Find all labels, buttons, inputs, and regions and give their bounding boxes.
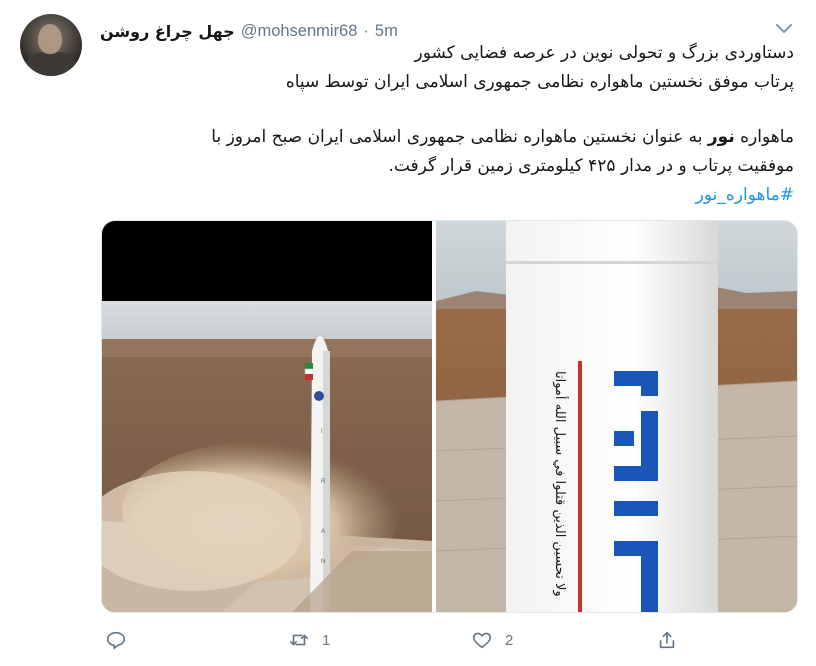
rocket-closeup: ولا تحسبن الذين قتلوا في سبيل الله أموات…: [506, 221, 718, 612]
line3-prefix: ماهواره: [740, 127, 794, 147]
retweet-icon: [289, 634, 309, 646]
share-icon: [659, 631, 675, 649]
author-handle[interactable]: @mohsenmir68: [241, 22, 358, 41]
like-icon: [472, 632, 492, 649]
reply-button[interactable]: [105, 622, 139, 658]
avatar[interactable]: [20, 14, 82, 76]
reply-icon: [106, 631, 126, 650]
share-button[interactable]: [656, 622, 690, 658]
like-count: 2: [505, 631, 514, 649]
tweet-line-5: #ماهواره_نور: [100, 182, 794, 208]
like-button[interactable]: 2: [471, 622, 513, 658]
avatar-face: [38, 24, 62, 54]
rocket-closeup-photo[interactable]: ولا تحسبن الذين قتلوا في سبيل الله أموات…: [436, 221, 797, 612]
separator-dot: ·: [363, 21, 369, 40]
retweet-button[interactable]: 1: [288, 622, 330, 658]
media-grid[interactable]: I R A N ولا تحسبن الذين قتلوا في سبيل ال…: [101, 220, 798, 613]
svg-text:N: N: [321, 559, 325, 565]
tweet-line-3: ماهواره نور به عنوان نخستین ماهواره نظام…: [100, 124, 794, 150]
rocket-closeup-image: ولا تحسبن الذين قتلوا في سبيل الله أموات…: [436, 221, 797, 612]
svg-text:R: R: [321, 479, 326, 485]
avatar-body: [26, 52, 76, 76]
svg-text:A: A: [321, 529, 325, 535]
line3-rest: به عنوان نخستین ماهواره نظامی جمهوری اسل…: [211, 127, 703, 147]
hashtag-link[interactable]: #ماهواره_نور: [696, 185, 794, 205]
tweet-line-4: موفقیت پرتاب و در مدار ۴۲۵ کیلومتری زمین…: [388, 156, 794, 176]
tweet-line-2: پرتاب موفق نخستین ماهواره نظامی جمهوری ا…: [285, 72, 794, 92]
rocket-launch-image: I R A N: [102, 221, 432, 612]
rocket-launch-photo[interactable]: I R A N: [102, 221, 432, 612]
rocket-inscription: ولا تحسبن الذين قتلوا في سبيل الله أموات…: [552, 371, 569, 597]
retweet-count: 1: [322, 631, 331, 649]
tweet-line-1: دستاوردی بزرگ و تحولی نوین در عرصه فضایی…: [414, 43, 794, 63]
chevron-down-icon[interactable]: [772, 16, 796, 40]
tweet: جهل چراغ روشن @mohsenmir68 · 5m دستاوردی…: [0, 0, 816, 666]
author-name[interactable]: جهل چراغ روشن: [100, 22, 235, 41]
timestamp[interactable]: 5m: [375, 22, 398, 41]
line3-bold: نور: [707, 127, 735, 147]
action-bar: 1 2: [100, 622, 700, 658]
